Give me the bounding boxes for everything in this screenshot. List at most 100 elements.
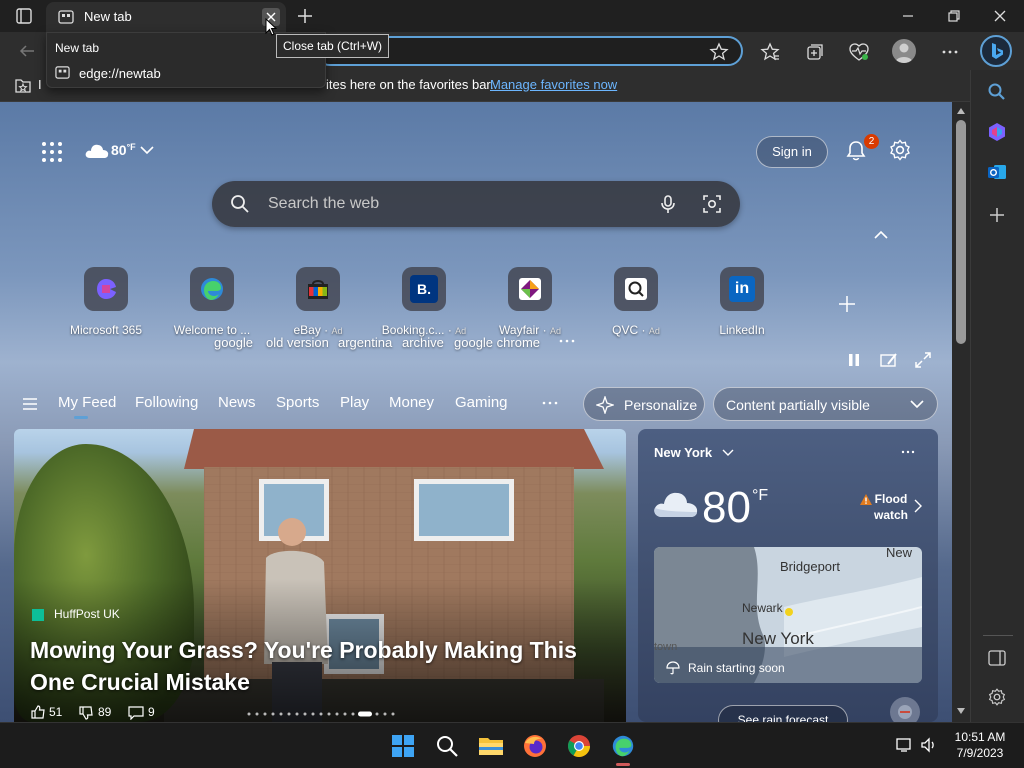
- more-options-icon[interactable]: [940, 42, 960, 62]
- browser-essentials-icon[interactable]: [848, 42, 870, 62]
- shortcut-ebay[interactable]: eBay · Ad: [263, 267, 373, 337]
- edit-background-icon[interactable]: [880, 352, 898, 368]
- weather-cloud-icon[interactable]: [84, 140, 110, 160]
- tab-new-tab[interactable]: New tab: [46, 2, 286, 32]
- manage-favorites-link[interactable]: Manage favorites now: [490, 77, 617, 92]
- hover-card-favicon-icon: [55, 65, 70, 80]
- weather-chevron-down-icon[interactable]: [139, 144, 155, 156]
- firefox-icon[interactable]: [522, 733, 548, 759]
- shortcut-booking[interactable]: B. Booking.c... · Ad: [369, 267, 479, 337]
- scroll-up-arrow-icon[interactable]: [957, 108, 965, 114]
- weather-more-icon[interactable]: [901, 450, 915, 454]
- import-favorites-icon[interactable]: [13, 76, 33, 96]
- new-tab-button[interactable]: [296, 7, 314, 25]
- shortcut-wayfair[interactable]: Wayfair · Ad: [475, 267, 585, 337]
- suggestion-argentina[interactable]: argentina: [338, 335, 392, 350]
- like-count: 51: [49, 705, 63, 719]
- bing-copilot-button[interactable]: [980, 35, 1012, 67]
- shortcut-qvc[interactable]: QVC · Ad: [581, 267, 691, 337]
- carousel-dots[interactable]: [246, 711, 396, 717]
- tab-gaming[interactable]: Gaming: [455, 394, 508, 411]
- weather-animation-button[interactable]: [890, 697, 920, 722]
- scroll-thumb[interactable]: [956, 120, 966, 344]
- dislike-icon[interactable]: [78, 706, 94, 720]
- sidebar-microsoft-365-icon[interactable]: [987, 122, 1007, 142]
- sidebar-add-plus-icon[interactable]: [988, 206, 1006, 224]
- alert-chevron-right-icon[interactable]: [914, 499, 922, 513]
- collections-icon[interactable]: [805, 42, 825, 62]
- restore-button[interactable]: [946, 8, 962, 24]
- network-icon[interactable]: [896, 737, 914, 753]
- scroll-down-arrow-icon[interactable]: [957, 708, 965, 714]
- hide-sidebar-icon[interactable]: [988, 650, 1006, 666]
- like-icon[interactable]: [30, 705, 46, 719]
- content-visibility-dropdown[interactable]: Content partially visible: [713, 387, 938, 421]
- shortcut-linkedin[interactable]: in LinkedIn: [687, 267, 797, 337]
- weather-temp: 80: [702, 483, 751, 532]
- hero-article-card[interactable]: HuffPost UK Mowing Your Grass? You're Pr…: [14, 429, 626, 722]
- weather-map[interactable]: Bridgeport New Newark New York town Rain…: [654, 547, 922, 683]
- shortcut-microsoft-365[interactable]: Microsoft 365: [51, 267, 161, 337]
- tab-play[interactable]: Play: [340, 394, 369, 411]
- file-explorer-icon[interactable]: [478, 733, 504, 759]
- more-tabs-icon[interactable]: [541, 400, 559, 406]
- tab-following[interactable]: Following: [135, 394, 198, 411]
- suggestion-google[interactable]: google: [214, 335, 253, 350]
- minimize-button[interactable]: [900, 8, 916, 24]
- see-rain-forecast-button[interactable]: See rain forecast: [718, 705, 848, 722]
- sidebar-outlook-icon[interactable]: [987, 162, 1007, 182]
- tab-my-feed[interactable]: My Feed: [58, 394, 116, 411]
- volume-icon[interactable]: [920, 737, 938, 753]
- weather-city[interactable]: New York: [654, 445, 712, 460]
- favorites-star-icon[interactable]: [760, 42, 780, 62]
- settings-gear-icon[interactable]: [889, 139, 911, 161]
- headline-line-1: Mowing Your Grass? You're Probably Makin…: [30, 637, 577, 663]
- collapse-chevron-up-icon[interactable]: [873, 229, 889, 241]
- edge-sidebar: [970, 70, 1024, 722]
- suggestion-old-version[interactable]: old version: [266, 335, 329, 350]
- personalize-button[interactable]: Personalize: [583, 387, 705, 421]
- comment-icon[interactable]: [128, 706, 144, 720]
- ad-badge: Ad: [549, 326, 561, 336]
- shortcut-welcome[interactable]: Welcome to ...: [157, 267, 267, 337]
- flood-alert[interactable]: Flood watch: [874, 491, 908, 523]
- page-scrollbar[interactable]: [952, 102, 970, 722]
- sparkle-star-icon: [596, 396, 614, 414]
- mouse-cursor: [265, 18, 277, 36]
- feed-menu-icon[interactable]: [21, 396, 39, 412]
- sidebar-search-icon[interactable]: [987, 82, 1007, 102]
- back-arrow-icon[interactable]: [18, 42, 36, 60]
- visual-search-icon[interactable]: [702, 194, 722, 214]
- chrome-icon[interactable]: [566, 733, 592, 759]
- pause-background-icon[interactable]: [846, 352, 862, 368]
- more-suggestions-icon[interactable]: [558, 338, 576, 344]
- add-shortcut-plus-icon[interactable]: [837, 294, 857, 314]
- search-box[interactable]: Search the web: [212, 181, 740, 227]
- sign-in-button[interactable]: Sign in: [756, 136, 828, 168]
- taskbar-search-icon[interactable]: [434, 733, 460, 759]
- header-weather-unit: °F: [126, 142, 136, 152]
- article-source: HuffPost UK: [54, 607, 120, 621]
- chevron-down-icon: [910, 399, 924, 409]
- tab-actions-icon[interactable]: [15, 7, 33, 25]
- microphone-icon[interactable]: [658, 194, 678, 214]
- suggestion-archive[interactable]: archive: [402, 335, 444, 350]
- clock[interactable]: 10:51 AM 7/9/2023: [950, 729, 1010, 761]
- windows-taskbar: 10:51 AM 7/9/2023: [0, 722, 1024, 768]
- sidebar-settings-gear-icon[interactable]: [988, 688, 1006, 706]
- profile-avatar[interactable]: [892, 39, 916, 63]
- tab-sports[interactable]: Sports: [276, 394, 319, 411]
- tab-money[interactable]: Money: [389, 394, 434, 411]
- qvc-logo-icon: [614, 267, 658, 311]
- tab-news[interactable]: News: [218, 394, 256, 411]
- windows-start-icon[interactable]: [390, 733, 416, 759]
- edge-taskbar-icon[interactable]: [610, 733, 636, 759]
- city-chevron-down-icon[interactable]: [722, 449, 734, 457]
- add-favorite-star-icon[interactable]: [709, 42, 729, 62]
- close-window-button[interactable]: [992, 8, 1008, 24]
- weather-card[interactable]: New York 80 °F Flood watch Bridgeport Ne…: [638, 429, 938, 722]
- apps-launcher-icon[interactable]: [41, 141, 63, 163]
- map-label-town: town: [654, 641, 678, 653]
- suggestion-google-chrome[interactable]: google chrome: [454, 335, 540, 350]
- expand-icon[interactable]: [914, 351, 932, 369]
